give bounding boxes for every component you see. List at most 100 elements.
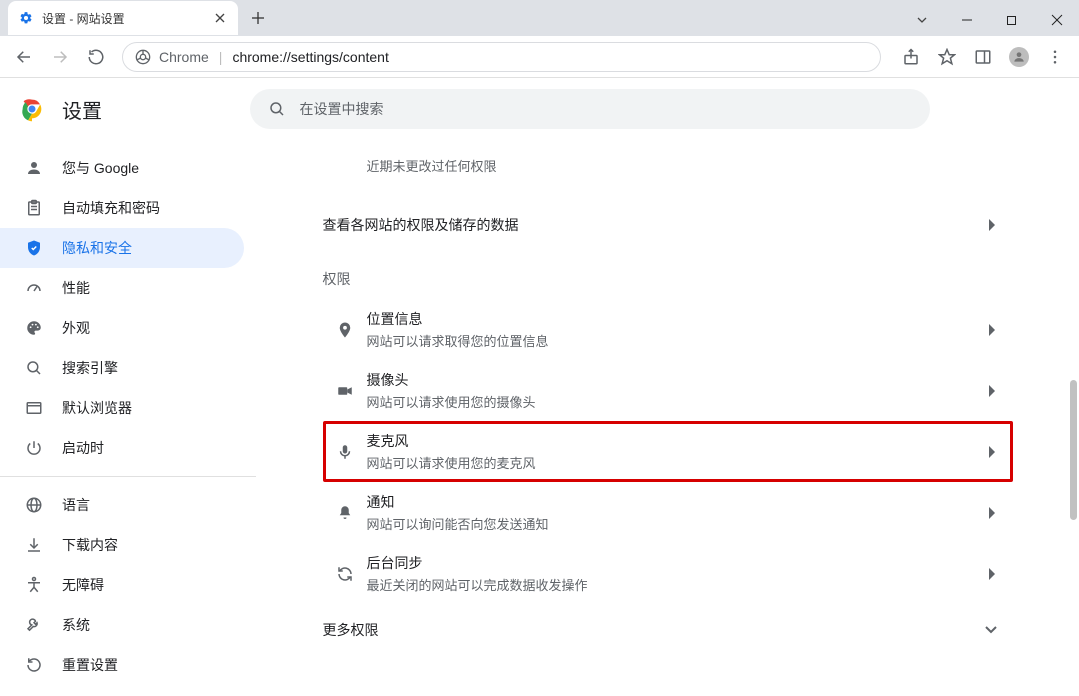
search-icon xyxy=(268,100,286,118)
row-notifications[interactable]: 通知 网站可以询问能否向您发送通知 xyxy=(323,482,1013,543)
sidebar-item-label: 默认浏览器 xyxy=(62,398,132,418)
sidebar-item-performance[interactable]: 性能 xyxy=(0,268,244,308)
camera-icon xyxy=(323,382,367,400)
settings-sidebar: 您与 Google 自动填充和密码 隐私和安全 性能 外观 搜索引擎 默认浏览器 xyxy=(0,140,256,696)
tab-title: 设置 - 网站设置 xyxy=(42,10,204,27)
sidebar-item-label: 下载内容 xyxy=(62,535,118,555)
page-title: 设置 xyxy=(62,95,102,124)
search-icon xyxy=(24,358,44,378)
search-placeholder: 在设置中搜索 xyxy=(300,99,384,119)
tab-close-button[interactable] xyxy=(212,10,228,26)
wrench-icon xyxy=(24,615,44,635)
url-text: chrome://settings/content xyxy=(232,49,388,65)
sidebar-item-label: 外观 xyxy=(62,318,90,338)
chevron-right-icon xyxy=(989,324,997,336)
row-background-sync[interactable]: 后台同步 最近关闭的网站可以完成数据收发操作 xyxy=(323,543,1013,604)
chrome-logo-icon xyxy=(18,95,46,123)
sidebar-item-system[interactable]: 系统 xyxy=(0,605,244,645)
new-tab-button[interactable] xyxy=(244,4,272,32)
chrome-label: Chrome xyxy=(159,49,209,65)
clipboard-icon xyxy=(24,198,44,218)
chevron-right-icon xyxy=(989,568,997,580)
palette-icon xyxy=(24,318,44,338)
row-view-site-data[interactable]: 查看各网站的权限及储存的数据 xyxy=(323,199,1013,251)
chrome-icon xyxy=(135,49,151,65)
sidebar-item-downloads[interactable]: 下载内容 xyxy=(0,525,244,565)
window-controls xyxy=(899,4,1079,36)
recent-activity-text: 近期未更改过任何权限 xyxy=(323,148,1013,199)
bell-icon xyxy=(323,504,367,522)
download-icon xyxy=(24,535,44,555)
section-title-permissions: 权限 xyxy=(323,251,1013,299)
chevron-right-icon xyxy=(989,219,997,231)
row-subtitle: 网站可以请求使用您的摄像头 xyxy=(367,392,989,411)
sidebar-item-label: 语言 xyxy=(62,495,90,515)
power-icon xyxy=(24,438,44,458)
minimize-button[interactable] xyxy=(944,4,989,36)
sidebar-item-search-engine[interactable]: 搜索引擎 xyxy=(0,348,244,388)
chevron-right-icon xyxy=(989,507,997,519)
sidebar-item-reset[interactable]: 重置设置 xyxy=(0,645,244,685)
browser-icon xyxy=(24,398,44,418)
row-title: 后台同步 xyxy=(367,553,989,573)
sync-icon xyxy=(323,565,367,583)
sidebar-item-languages[interactable]: 语言 xyxy=(0,485,244,525)
location-icon xyxy=(323,321,367,339)
settings-header: 设置 在设置中搜索 xyxy=(0,78,1079,140)
row-subtitle: 网站可以请求取得您的位置信息 xyxy=(367,331,989,350)
accessibility-icon xyxy=(24,575,44,595)
row-title: 位置信息 xyxy=(367,309,989,329)
tab-strip: 设置 - 网站设置 xyxy=(0,0,899,36)
nav-reload-button[interactable] xyxy=(80,41,112,73)
row-more-permissions[interactable]: 更多权限 xyxy=(323,604,1013,656)
globe-icon xyxy=(24,495,44,515)
chevron-right-icon xyxy=(989,446,997,458)
row-microphone[interactable]: 麦克风 网站可以请求使用您的麦克风 xyxy=(323,421,1013,482)
sidebar-item-label: 系统 xyxy=(62,615,90,635)
shield-icon xyxy=(24,238,44,258)
row-label: 更多权限 xyxy=(323,620,985,640)
row-location[interactable]: 位置信息 网站可以请求取得您的位置信息 xyxy=(323,299,1013,360)
microphone-icon xyxy=(323,443,367,461)
nav-back-button[interactable] xyxy=(8,41,40,73)
sidebar-item-label: 启动时 xyxy=(62,438,104,458)
sidebar-item-label: 隐私和安全 xyxy=(62,238,132,258)
sidebar-item-appearance[interactable]: 外观 xyxy=(0,308,244,348)
sidebar-item-privacy[interactable]: 隐私和安全 xyxy=(0,228,244,268)
chevron-down-icon[interactable] xyxy=(899,4,944,36)
sidebar-item-label: 无障碍 xyxy=(62,575,104,595)
settings-content: 近期未更改过任何权限 查看各网站的权限及储存的数据 权限 位置信息 网站可以请求… xyxy=(256,140,1079,696)
row-camera[interactable]: 摄像头 网站可以请求使用您的摄像头 xyxy=(323,360,1013,421)
maximize-button[interactable] xyxy=(989,4,1034,36)
settings-search-input[interactable]: 在设置中搜索 xyxy=(250,89,930,129)
kebab-menu-icon[interactable] xyxy=(1039,41,1071,73)
share-icon[interactable] xyxy=(895,41,927,73)
bookmark-icon[interactable] xyxy=(931,41,963,73)
nav-forward-button[interactable] xyxy=(44,41,76,73)
sidebar-item-default-browser[interactable]: 默认浏览器 xyxy=(0,388,244,428)
person-icon xyxy=(24,158,44,178)
browser-tab-active[interactable]: 设置 - 网站设置 xyxy=(8,1,238,35)
side-panel-icon[interactable] xyxy=(967,41,999,73)
address-bar[interactable]: Chrome | chrome://settings/content xyxy=(122,42,881,72)
settings-body: 您与 Google 自动填充和密码 隐私和安全 性能 外观 搜索引擎 默认浏览器 xyxy=(0,140,1079,696)
sidebar-item-on-startup[interactable]: 启动时 xyxy=(0,428,244,468)
row-subtitle: 最近关闭的网站可以完成数据收发操作 xyxy=(367,575,989,594)
sidebar-separator xyxy=(0,476,256,477)
browser-toolbar: Chrome | chrome://settings/content xyxy=(0,36,1079,78)
content-scrollbar[interactable] xyxy=(1070,380,1077,520)
sidebar-item-label: 您与 Google xyxy=(62,158,139,178)
row-subtitle: 网站可以请求使用您的麦克风 xyxy=(367,453,989,472)
chevron-right-icon xyxy=(989,385,997,397)
sidebar-item-autofill[interactable]: 自动填充和密码 xyxy=(0,188,244,228)
sidebar-item-label: 重置设置 xyxy=(62,655,118,675)
close-window-button[interactable] xyxy=(1034,4,1079,36)
reset-icon xyxy=(24,655,44,675)
sidebar-item-label: 搜索引擎 xyxy=(62,358,118,378)
sidebar-item-you-and-google[interactable]: 您与 Google xyxy=(0,148,244,188)
profile-avatar[interactable] xyxy=(1003,41,1035,73)
row-title: 通知 xyxy=(367,492,989,512)
gear-icon xyxy=(18,10,34,26)
sidebar-item-accessibility[interactable]: 无障碍 xyxy=(0,565,244,605)
speedometer-icon xyxy=(24,278,44,298)
